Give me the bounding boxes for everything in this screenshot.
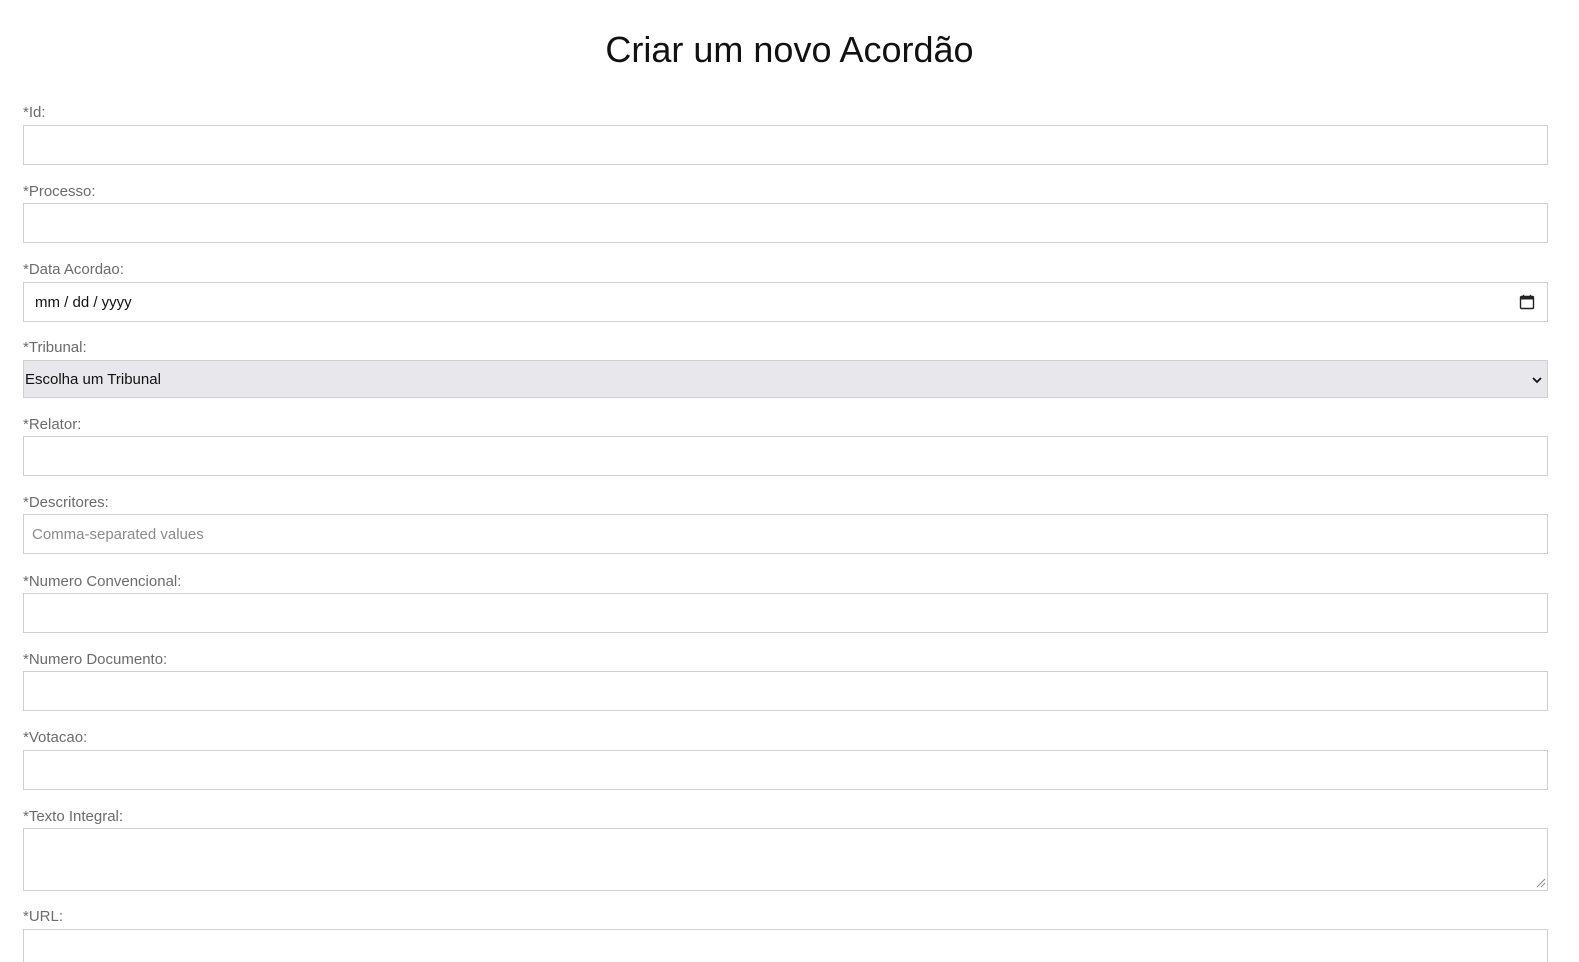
numero-convencional-label: *Numero Convencional:: [23, 573, 182, 590]
relator-label: *Relator:: [23, 416, 82, 433]
numero-convencional-input[interactable]: [23, 593, 1548, 633]
id-input[interactable]: [23, 125, 1548, 165]
tribunal-label: *Tribunal:: [23, 339, 87, 356]
numero-documento-label: *Numero Documento:: [23, 651, 168, 668]
texto-integral-textarea[interactable]: [23, 828, 1548, 891]
date-format-text: mm / dd / yyyy: [35, 294, 132, 311]
chevron-down-icon: [1532, 377, 1542, 384]
numero-documento-input[interactable]: [23, 671, 1548, 711]
page-title: Criar um novo Acordão: [605, 29, 974, 70]
votacao-label: *Votacao:: [23, 729, 88, 746]
url-input[interactable]: [23, 929, 1548, 962]
tribunal-select[interactable]: Escolha um Tribunal: [23, 360, 1548, 398]
resize-handle-icon[interactable]: [1536, 878, 1546, 888]
texto-integral-label: *Texto Integral:: [23, 808, 124, 825]
url-label: *URL:: [23, 908, 64, 925]
tribunal-selected-value: Escolha um Tribunal: [25, 371, 161, 388]
calendar-icon[interactable]: [1519, 294, 1535, 310]
relator-input[interactable]: [23, 436, 1548, 476]
processo-label: *Processo:: [23, 183, 96, 200]
data-acordao-input[interactable]: mm / dd / yyyy: [23, 282, 1548, 322]
descritores-label: *Descritores:: [23, 494, 109, 511]
data-acordao-label: *Data Acordao:: [23, 261, 124, 278]
id-label: *Id:: [23, 104, 46, 121]
descritores-input[interactable]: [23, 514, 1548, 554]
processo-input[interactable]: [23, 203, 1548, 243]
votacao-input[interactable]: [23, 750, 1548, 790]
